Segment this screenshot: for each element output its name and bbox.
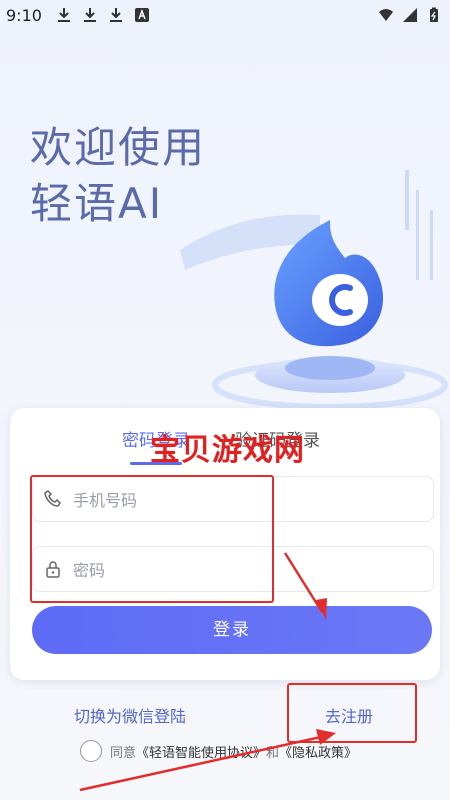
- welcome-line-1: 欢迎使用: [30, 123, 207, 172]
- status-time: 9:10: [6, 6, 42, 25]
- login-button[interactable]: 登录: [32, 606, 432, 654]
- agreement-and: 和: [266, 745, 280, 761]
- privacy-link[interactable]: 《隐私政策》: [279, 742, 357, 761]
- agreement-row: 同意 《轻语智能使用协议》 和 《隐私政策》: [80, 740, 357, 762]
- system-icons: [378, 7, 442, 23]
- download-icon: [58, 8, 70, 22]
- agreement-checkbox[interactable]: [80, 740, 102, 762]
- notification-icons: [56, 7, 150, 23]
- status-bar: 9:10: [0, 0, 450, 32]
- app-logo-illustration: [180, 170, 448, 410]
- wechat-login-link[interactable]: 切换为微信登陆: [74, 703, 186, 727]
- watermark: 宝贝游戏网: [150, 433, 305, 468]
- download-icon: [84, 8, 96, 22]
- terms-link[interactable]: 《轻语智能使用协议》: [136, 742, 266, 761]
- annotation-box-fields: [30, 475, 274, 603]
- download-icon: [110, 8, 122, 22]
- signal-icon: [403, 8, 417, 22]
- agreement-prefix: 同意: [110, 745, 137, 761]
- annotation-box-register: [287, 683, 417, 743]
- wifi-icon: [379, 9, 393, 21]
- battery-icon: [430, 7, 438, 22]
- a-icon: [135, 8, 149, 22]
